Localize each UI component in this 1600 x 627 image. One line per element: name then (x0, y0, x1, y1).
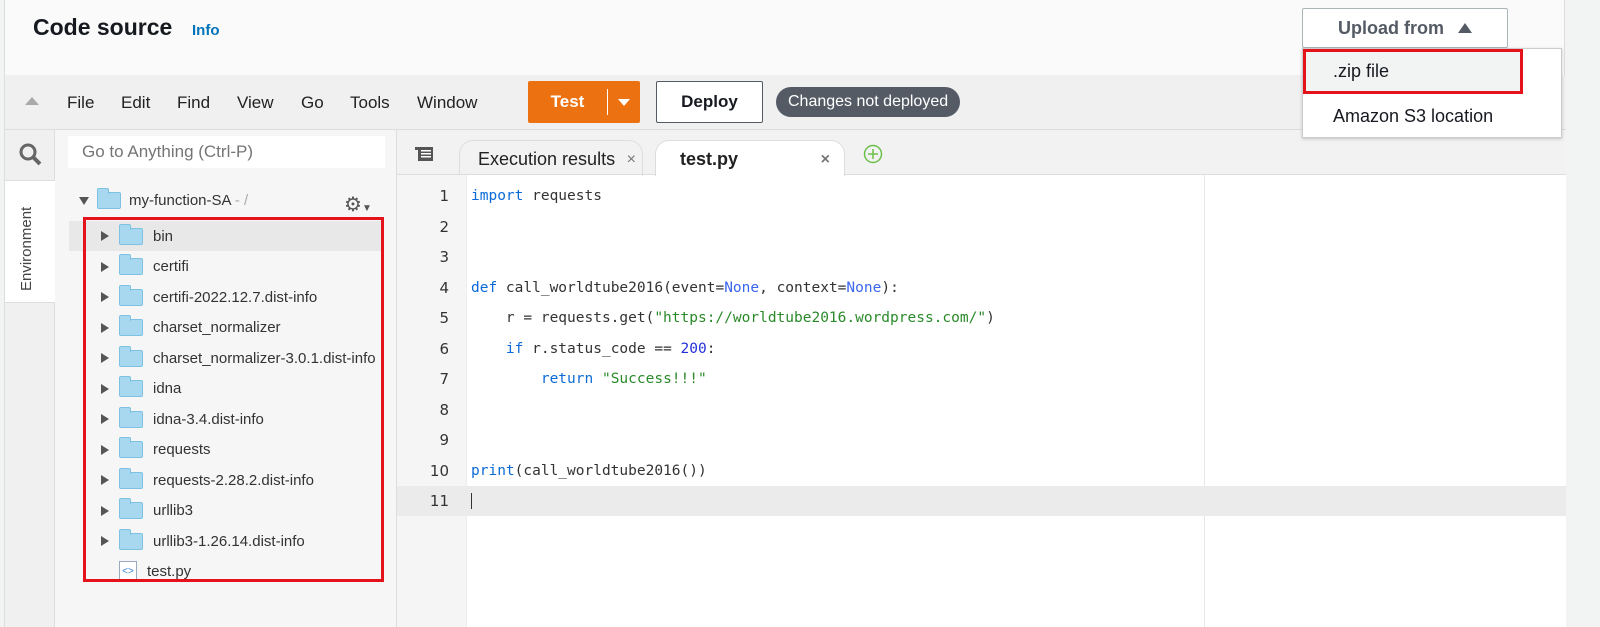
environment-sidebar: Environment (5, 130, 55, 627)
upload-menu: .zip file Amazon S3 location (1302, 48, 1562, 138)
status-badge: Changes not deployed (776, 87, 961, 117)
test-label[interactable]: Test (528, 89, 608, 115)
test-button[interactable]: Test (528, 81, 640, 123)
tree-root[interactable]: my-function-SA - / (79, 188, 249, 209)
collapse-icon[interactable] (25, 97, 39, 105)
line-number: 2 (439, 217, 449, 236)
code-line[interactable]: 6 if r.status_code == 200: (397, 334, 1566, 364)
code-line[interactable]: 2 (397, 212, 1566, 242)
line-number: 6 (439, 339, 449, 358)
chevron-down-icon[interactable] (618, 98, 630, 106)
highlight-box (83, 217, 384, 582)
tab-list-icon[interactable] (415, 146, 435, 162)
code-line[interactable]: 4 def call_worldtube2016(event=None, cont… (397, 273, 1566, 303)
menu-edit[interactable]: Edit (121, 93, 150, 113)
search-icon[interactable] (18, 142, 42, 166)
line-number: 7 (439, 370, 449, 388)
add-tab-icon[interactable] (863, 144, 883, 164)
code-text: import requests (471, 188, 602, 204)
code-line[interactable]: 9 (397, 425, 1566, 455)
code-source-panel: Code source Info File Edit Find View Go … (4, 0, 1566, 627)
line-number: 10 (429, 461, 449, 480)
line-number: 3 (439, 248, 449, 266)
line-number: 9 (439, 431, 449, 449)
menu-item-s3-location[interactable]: Amazon S3 location (1303, 94, 1561, 139)
line-number: 1 (439, 187, 449, 205)
menu-view[interactable]: View (237, 93, 274, 113)
code-text: return "Success!!!" (540, 371, 707, 387)
code-line[interactable]: 5 r = requests.get("https://worldtube201… (397, 303, 1566, 333)
code-line[interactable]: 7 return "Success!!!" (397, 364, 1566, 394)
go-to-anything-input[interactable] (68, 136, 385, 168)
menu-tools[interactable]: Tools (350, 93, 390, 113)
tab-label: test.py (680, 149, 739, 169)
code-line[interactable]: 11 (397, 486, 1566, 516)
deploy-button[interactable]: Deploy (656, 81, 763, 123)
code-text (471, 486, 472, 516)
line-number: 4 (439, 278, 449, 297)
upload-from-button[interactable]: Upload from (1302, 8, 1508, 48)
root-name: my-function-SA (129, 192, 231, 209)
page-title: Code source (33, 14, 173, 40)
code-text: r = requests.get("https://worldtube2016.… (471, 310, 995, 326)
code-line[interactable]: 3 (397, 242, 1566, 272)
tab-environment[interactable]: Environment (5, 180, 55, 303)
code-line[interactable]: 10 print(call_worldtube2016()) (397, 456, 1566, 486)
close-icon[interactable]: × (821, 151, 830, 169)
line-number: 11 (429, 492, 449, 510)
expand-arrow-icon[interactable] (79, 196, 89, 205)
code-text: if r.status_code == 200: (505, 340, 716, 357)
tab-test-py[interactable]: test.py × (655, 140, 845, 176)
environment-label: Environment (18, 206, 35, 291)
code-text: print(call_worldtube2016()) (471, 462, 707, 479)
line-number: 8 (439, 400, 449, 419)
close-icon[interactable]: × (627, 151, 636, 169)
code-line[interactable]: 8 (397, 395, 1566, 425)
line-number: 5 (439, 309, 449, 327)
menu-file[interactable]: File (67, 93, 94, 113)
menu-item-zip-file[interactable]: .zip file (1303, 49, 1523, 94)
upload-label: Upload from (1338, 17, 1444, 38)
folder-icon (97, 188, 121, 209)
root-path: - / (230, 192, 249, 209)
file-tree: my-function-SA - / ⚙▼ bincertificertifi-… (55, 130, 397, 627)
menu-go[interactable]: Go (301, 93, 324, 113)
code-editor[interactable]: Execution results × test.py × 1 import requ… (397, 130, 1566, 627)
text-cursor (471, 493, 472, 509)
menu-window[interactable]: Window (417, 93, 477, 113)
tab-execution-results[interactable]: Execution results × (459, 140, 643, 176)
info-link[interactable]: Info (192, 22, 220, 39)
gear-icon[interactable]: ⚙▼ (344, 192, 372, 217)
tab-label: Execution results (478, 149, 616, 169)
code-line[interactable]: 1 import requests (397, 181, 1566, 211)
menu-find[interactable]: Find (177, 93, 210, 113)
code-text: def call_worldtube2016(event=None, conte… (471, 279, 899, 296)
caret-up-icon (1458, 23, 1472, 33)
